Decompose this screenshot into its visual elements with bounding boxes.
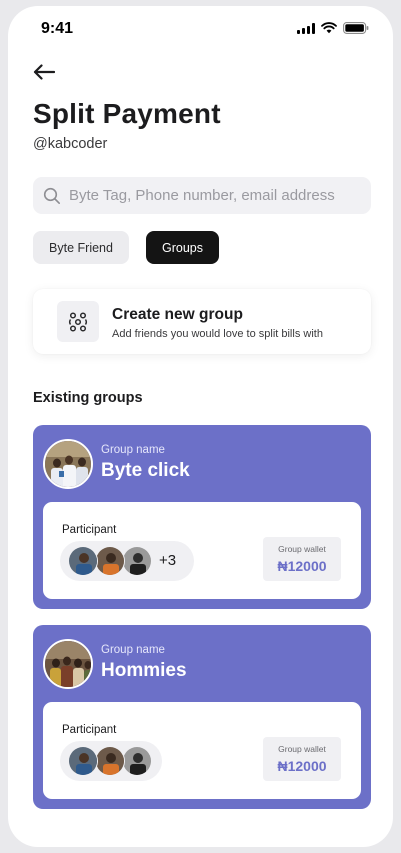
participant-label: Participant bbox=[62, 524, 117, 536]
status-bar: 9:41 bbox=[8, 6, 393, 50]
create-group-icon-box bbox=[57, 301, 99, 342]
wallet-amount: ₦12000 bbox=[277, 758, 327, 774]
wallet-label: Group wallet bbox=[278, 544, 326, 554]
existing-groups-heading: Existing groups bbox=[33, 390, 143, 406]
participant-label: Participant bbox=[62, 724, 117, 736]
create-group-subtitle: Add friends you would love to split bill… bbox=[112, 328, 323, 340]
participants-list[interactable] bbox=[60, 741, 162, 781]
participant-avatar bbox=[122, 546, 152, 576]
group-details-panel: Participant +3 Group wallet ₦12000 bbox=[43, 502, 361, 599]
tab-groups[interactable]: Groups bbox=[146, 231, 219, 264]
create-group-title: Create new group bbox=[112, 306, 243, 323]
group-wallet: Group wallet ₦12000 bbox=[263, 537, 341, 581]
arrow-left-icon bbox=[33, 64, 55, 80]
username: @kabcoder bbox=[33, 136, 108, 152]
search-bar[interactable] bbox=[33, 177, 371, 214]
group-details-panel: Participant Group wallet ₦12000 bbox=[43, 702, 361, 799]
create-group-card[interactable]: Create new group Add friends you would l… bbox=[33, 289, 371, 354]
status-time: 9:41 bbox=[41, 20, 74, 37]
page-title: Split Payment bbox=[33, 98, 221, 129]
group-card-byte-click[interactable]: Group name Byte click Participant +3 Gro… bbox=[33, 425, 371, 609]
participant-avatar bbox=[68, 546, 98, 576]
search-input[interactable] bbox=[69, 187, 359, 204]
back-button[interactable] bbox=[32, 62, 56, 82]
group-name-label: Group name bbox=[101, 444, 165, 456]
group-name-label: Group name bbox=[101, 644, 165, 656]
participant-avatar bbox=[122, 746, 152, 776]
participant-avatar bbox=[95, 546, 125, 576]
group-name: Hommies bbox=[101, 660, 187, 681]
participants-list[interactable]: +3 bbox=[60, 541, 194, 581]
battery-icon bbox=[343, 22, 369, 34]
group-card-hommies[interactable]: Group name Hommies Participant Group wal… bbox=[33, 625, 371, 809]
wallet-amount: ₦12000 bbox=[277, 558, 327, 574]
group-avatar bbox=[43, 439, 93, 489]
phone-screen: 9:41 Split Payment @kabcoder Byte Tag, P… bbox=[8, 6, 393, 847]
cellular-signal-icon bbox=[297, 22, 315, 34]
group-name: Byte click bbox=[101, 460, 190, 481]
more-participants-count: +3 bbox=[159, 552, 177, 569]
participant-avatar bbox=[95, 746, 125, 776]
search-icon bbox=[43, 187, 60, 204]
status-icons bbox=[297, 22, 369, 34]
group-avatar bbox=[43, 639, 93, 689]
tab-byte-friend[interactable]: Byte Friend bbox=[33, 231, 129, 264]
group-network-icon bbox=[69, 311, 87, 332]
group-wallet: Group wallet ₦12000 bbox=[263, 737, 341, 781]
participant-avatar bbox=[68, 746, 98, 776]
wallet-label: Group wallet bbox=[278, 744, 326, 754]
wifi-icon bbox=[321, 22, 337, 34]
